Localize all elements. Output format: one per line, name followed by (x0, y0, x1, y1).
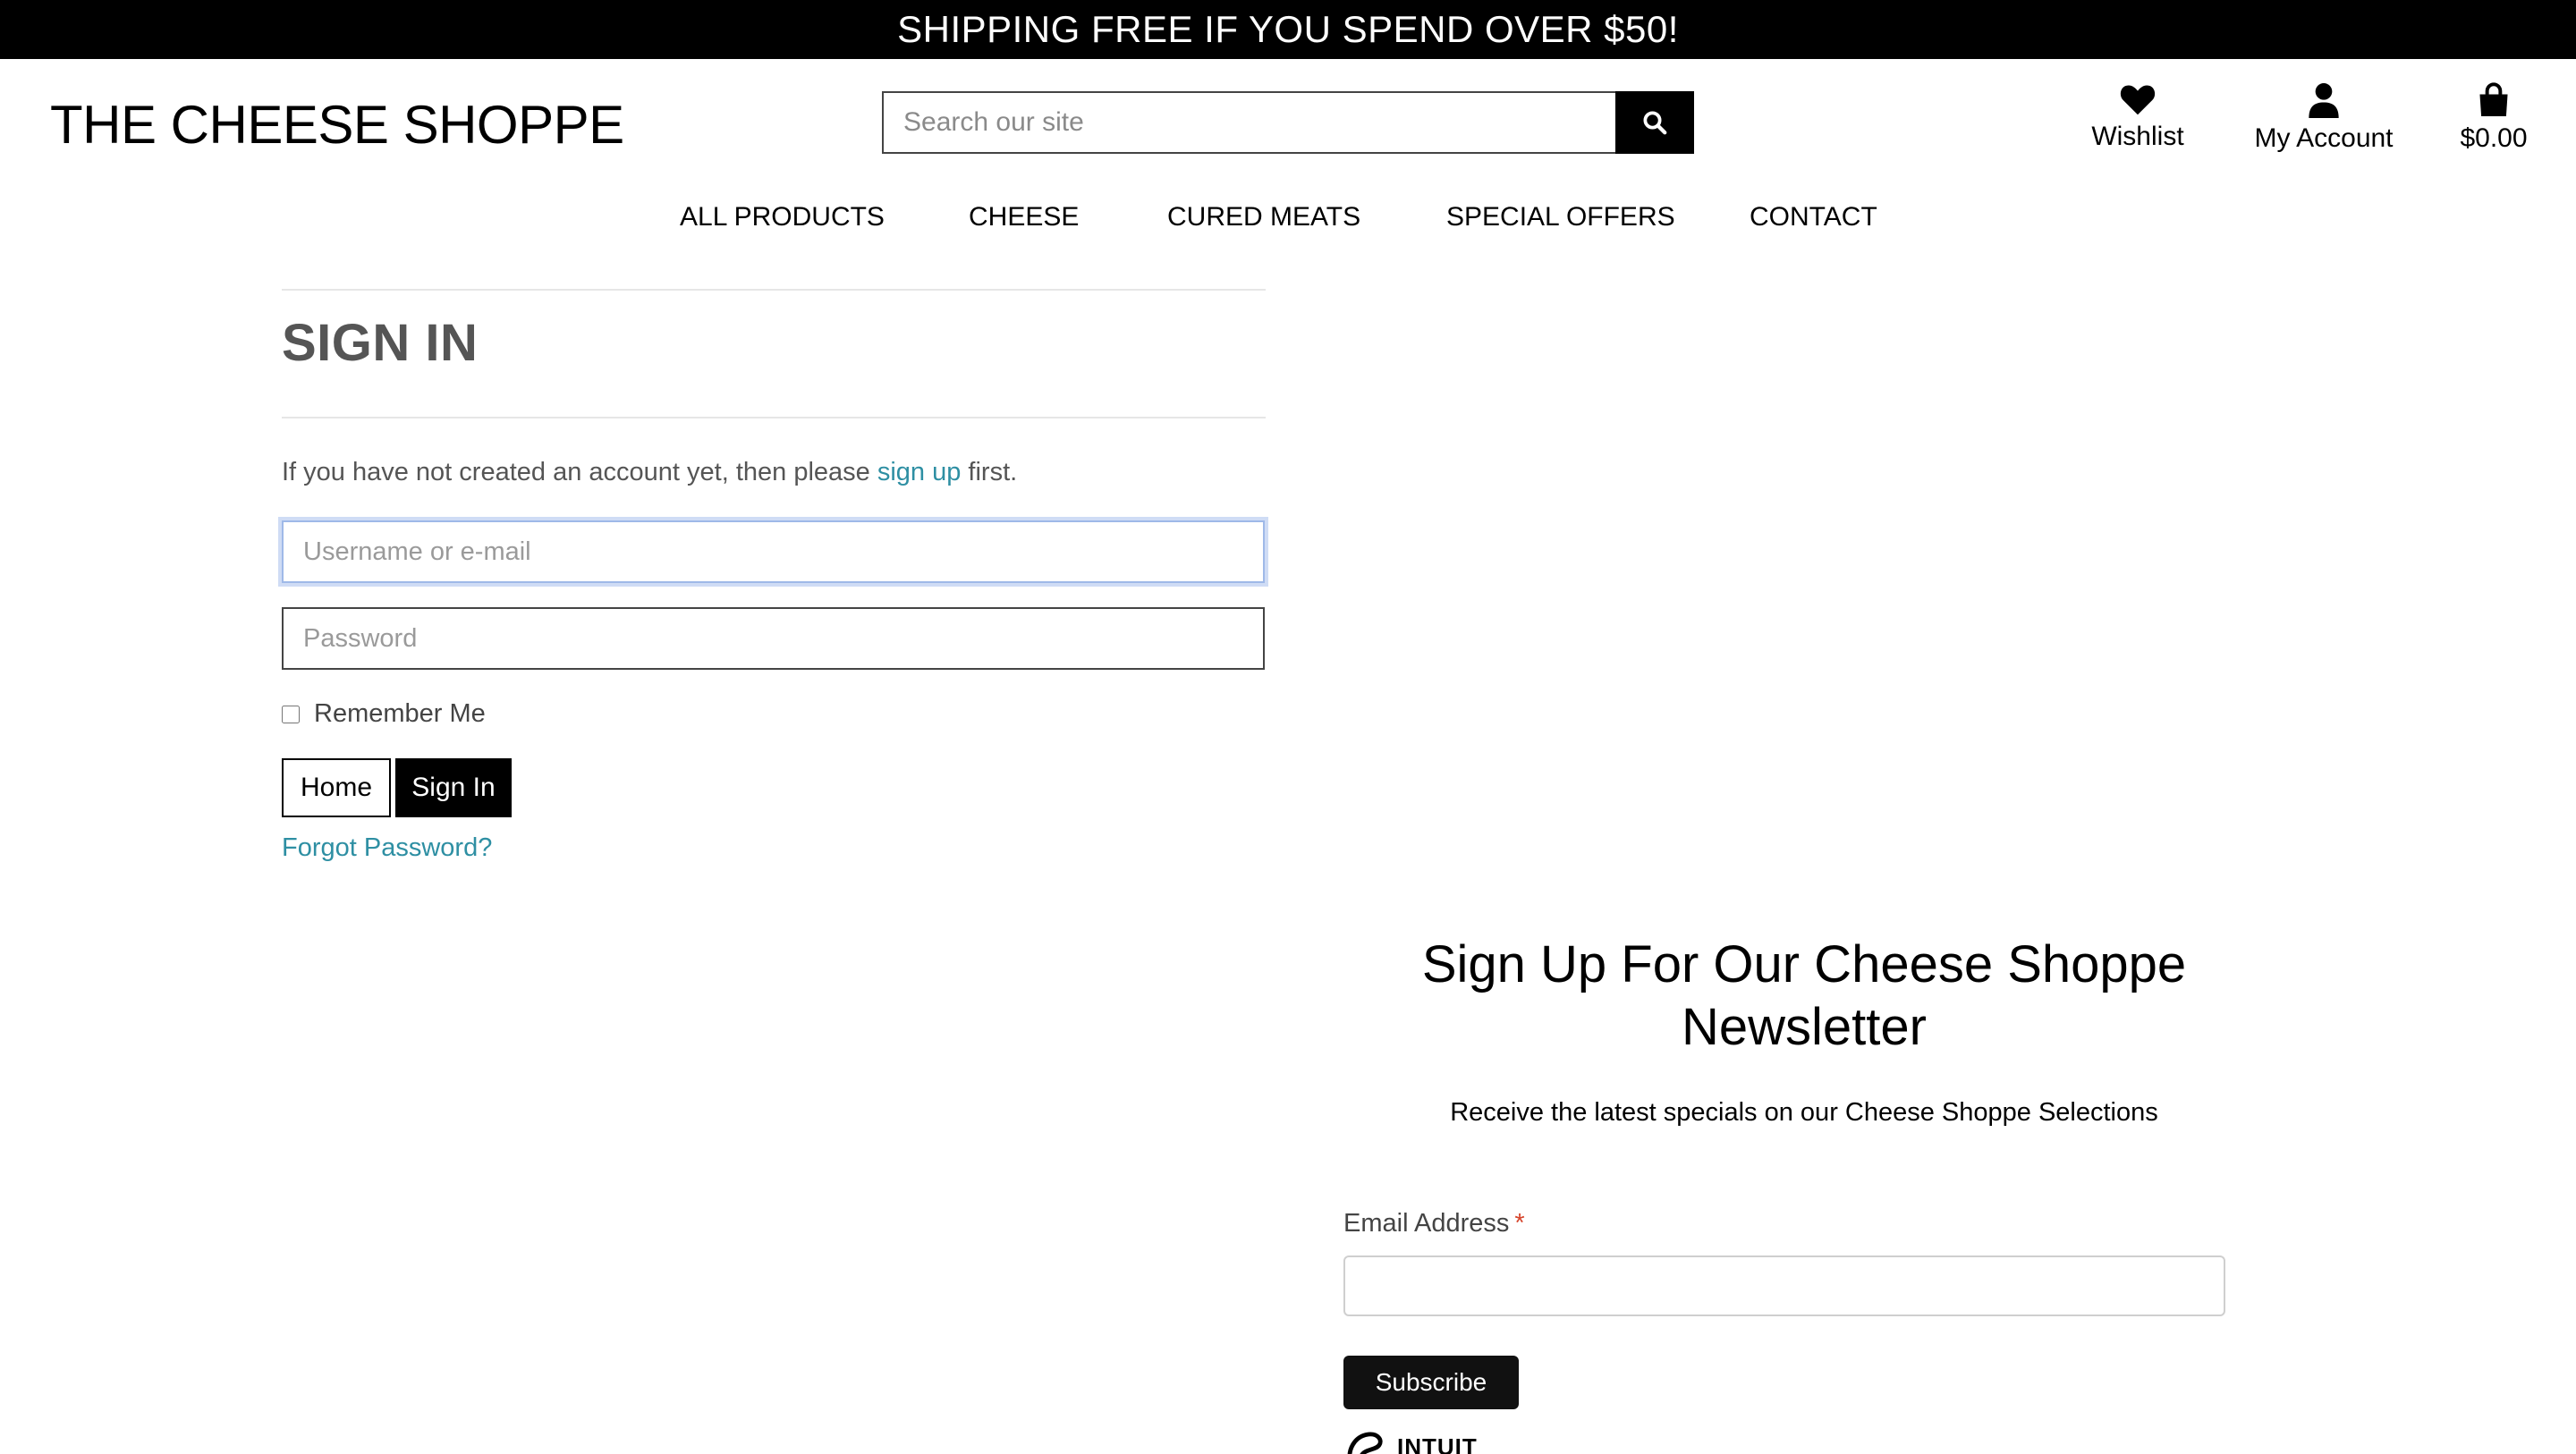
wishlist-link[interactable]: Wishlist (2091, 82, 2184, 152)
my-account-link[interactable]: My Account (2252, 82, 2395, 154)
shipping-banner: SHIPPING FREE IF YOU SPEND OVER $50! (0, 0, 2576, 59)
subscribe-button[interactable]: Subscribe (1343, 1356, 1519, 1409)
sign-in-button[interactable]: Sign In (395, 758, 512, 817)
shipping-banner-text: SHIPPING FREE IF YOU SPEND OVER $50! (897, 8, 1679, 50)
intuit-badge[interactable]: INTUIT (1343, 1429, 1478, 1454)
divider-bottom (282, 417, 1266, 418)
remember-me-label: Remember Me (314, 699, 486, 728)
username-field[interactable] (282, 520, 1265, 583)
newsletter-title-line2: Newsletter (1682, 998, 1927, 1056)
forgot-password-link[interactable]: Forgot Password? (282, 833, 492, 863)
password-field[interactable] (282, 607, 1265, 670)
page: SHIPPING FREE IF YOU SPEND OVER $50! THE… (0, 0, 2576, 1454)
signup-prompt-after: first. (961, 458, 1018, 486)
newsletter-subtitle: Receive the latest specials on our Chees… (1450, 1098, 2158, 1127)
user-icon (2309, 83, 2339, 118)
required-mark: * (1514, 1209, 1525, 1238)
intuit-text: INTUIT (1397, 1433, 1478, 1454)
nav-special-offers[interactable]: SPECIAL OFFERS (1446, 202, 1675, 232)
wishlist-label: Wishlist (2091, 122, 2184, 151)
signup-prompt-before: If you have not created an account yet, … (282, 458, 877, 486)
email-label: Email Address * (1343, 1209, 1525, 1238)
my-account-label: My Account (2254, 123, 2394, 153)
newsletter-title-line1: Sign Up For Our Cheese Shoppe (1421, 935, 2187, 993)
main-nav: ALL PRODUCTS CHEESE CURED MEATS SPECIAL … (0, 202, 2576, 238)
divider-top (282, 289, 1266, 291)
cart-link[interactable]: $0.00 (2456, 82, 2531, 154)
remember-me[interactable]: Remember Me (282, 699, 486, 729)
home-button[interactable]: Home (282, 758, 391, 817)
nav-all-products[interactable]: ALL PRODUCTS (680, 202, 885, 232)
heart-icon (2120, 85, 2156, 115)
sign-up-link[interactable]: sign up (877, 458, 962, 486)
nav-contact[interactable]: CONTACT (1750, 202, 1877, 232)
header-links: Wishlist My Account $0.00 (0, 82, 2576, 163)
intuit-mailchimp-icon (1347, 1432, 1383, 1454)
nav-cheese[interactable]: CHEESE (969, 202, 1079, 232)
remember-me-checkbox[interactable] (282, 705, 300, 723)
email-label-text: Email Address (1343, 1209, 1510, 1238)
shopping-bag-icon (2479, 82, 2508, 116)
signup-prompt: If you have not created an account yet, … (282, 458, 1017, 487)
newsletter-email-field[interactable] (1343, 1255, 2225, 1316)
newsletter-title: Sign Up For Our Cheese Shoppe Newsletter (1343, 934, 2265, 1059)
nav-cured-meats[interactable]: CURED MEATS (1167, 202, 1360, 232)
page-title: SIGN IN (282, 314, 479, 372)
cart-total: $0.00 (2460, 123, 2528, 153)
